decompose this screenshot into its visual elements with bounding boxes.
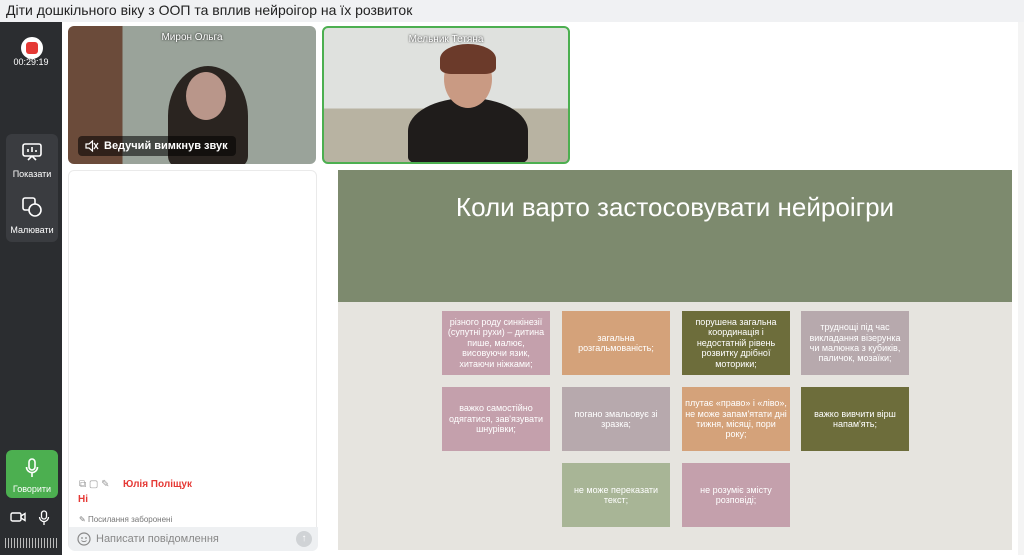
- slide-box: труднощі під час викладання візерунка чи…: [801, 311, 909, 375]
- participant-tile[interactable]: Мирон Ольга Ведучий вимкнув звук: [68, 26, 316, 164]
- links-disabled-text: Посилання заборонені: [87, 515, 173, 524]
- audio-level-meter: [5, 538, 57, 548]
- screen-share-icon: [22, 143, 42, 161]
- participant-face: [186, 72, 226, 120]
- draw-label: Малювати: [10, 225, 54, 235]
- message-input[interactable]: Написати повідомлення: [96, 533, 219, 545]
- slide-box: важко вивчити вірш напам'ять;: [801, 387, 909, 451]
- show-label: Показати: [12, 169, 52, 179]
- slide-title: Коли варто застосовувати нейроігри: [455, 192, 895, 222]
- scrollbar[interactable]: [1018, 22, 1024, 555]
- slide-box: різного роду синкінезії (супутні рухи) –…: [442, 311, 550, 375]
- presentation-slide: Коли варто застосовувати нейроігри різно…: [338, 170, 1012, 550]
- draw-button[interactable]: Малювати: [6, 188, 58, 242]
- mic-toggle[interactable]: [38, 510, 50, 532]
- slide-box: не може переказати текст;: [562, 463, 670, 527]
- participant-name: Мирон Ольга: [161, 32, 223, 43]
- participant-name: Мельник Тетяна: [408, 34, 484, 45]
- camera-icon: [10, 512, 26, 522]
- slide-box: плутає «право» і «ліво», не може запам'я…: [682, 387, 790, 451]
- slide-box: загальна розгальмованість;: [562, 311, 670, 375]
- slide-box: порушена загальна координація і недостат…: [682, 311, 790, 375]
- speak-button[interactable]: Говорити: [6, 450, 58, 498]
- message-actions[interactable]: ⧉ ▢ ✎: [79, 479, 110, 490]
- slide-box: погано змальовує зі зразка;: [562, 387, 670, 451]
- show-button[interactable]: Показати: [6, 134, 58, 188]
- title-bar: Діти дошкільного віку з ООП та вплив ней…: [0, 0, 1024, 22]
- microphone-icon: [25, 458, 39, 477]
- speak-label: Говорити: [12, 484, 52, 494]
- camera-toggle[interactable]: [10, 510, 26, 532]
- links-disabled-notice: ✎ Посилання заборонені: [79, 515, 173, 524]
- recording-timer: 00:29:19: [13, 57, 49, 67]
- participant-hair: [440, 44, 496, 74]
- participant-tile-active[interactable]: Мельник Тетяна: [322, 26, 570, 164]
- muted-status: Ведучий вимкнув звук: [104, 140, 228, 152]
- send-button[interactable]: ↑: [296, 531, 312, 547]
- presentation-controls: Показати Малювати: [6, 134, 58, 242]
- slide-box: не розуміє змісту розповіді;: [682, 463, 790, 527]
- message-text: Ні: [78, 494, 88, 505]
- slide-header: Коли варто застосовувати нейроігри: [338, 170, 1012, 302]
- message-author: Юлія Поліщук: [123, 479, 192, 490]
- slide-box: важко самостійно одягатися, зав'язувати …: [442, 387, 550, 451]
- record-stop-icon[interactable]: [21, 37, 43, 59]
- chat-panel: ⧉ ▢ ✎ Юлія Поліщук Ні ✎ Посилання заборо…: [68, 170, 318, 551]
- microphone-small-icon: [38, 510, 50, 525]
- window-title: Діти дошкільного віку з ООП та вплив ней…: [6, 2, 413, 18]
- speaker-muted-icon: [85, 140, 99, 152]
- muted-badge: Ведучий вимкнув звук: [78, 136, 236, 156]
- left-toolbar: 00:29:19 Показати Малювати Говорити: [0, 22, 62, 555]
- emoji-icon[interactable]: [77, 532, 91, 546]
- chat-input-bar[interactable]: Написати повідомлення ↑: [69, 527, 318, 551]
- shapes-icon: [22, 197, 42, 217]
